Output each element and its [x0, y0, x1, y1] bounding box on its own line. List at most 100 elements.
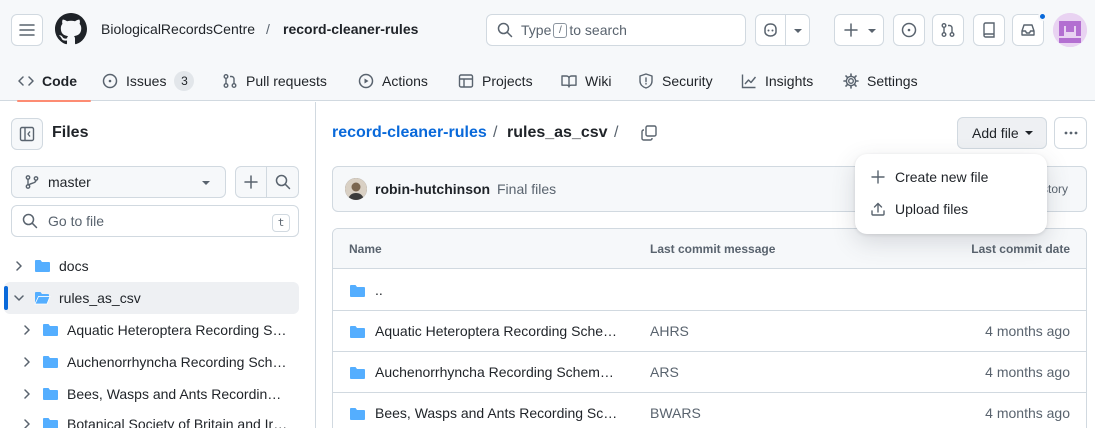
code-icon — [18, 73, 34, 89]
tree-item-label: docs — [59, 258, 89, 274]
path-separator: / — [614, 124, 619, 141]
tree-item[interactable]: Auchenorrhyncha Recording Sch… — [0, 346, 300, 378]
chevron-right-icon[interactable] — [22, 419, 32, 428]
more-options-button[interactable] — [1054, 117, 1087, 149]
file-name-link[interactable]: Bees, Wasps and Ants Recording Sc… — [375, 405, 620, 421]
chevron-down-icon[interactable] — [14, 293, 24, 303]
table-header: Name Last commit message Last commit dat… — [333, 229, 1086, 269]
column-header-message: Last commit message — [650, 242, 776, 256]
menu-button[interactable] — [11, 14, 43, 46]
upload-icon — [871, 202, 885, 216]
chevron-right-icon[interactable] — [22, 325, 32, 335]
add-file-label: Add file — [972, 125, 1019, 141]
go-to-file-input[interactable]: Go to file t — [11, 205, 299, 237]
add-file-button[interactable]: Add file — [957, 117, 1047, 149]
breadcrumb-separator: / — [266, 21, 270, 37]
global-search-input[interactable]: Type / to search — [486, 14, 746, 46]
tab-wiki[interactable]: Wiki — [561, 60, 611, 101]
repositories-button[interactable] — [973, 14, 1005, 46]
tab-actions[interactable]: Actions — [358, 60, 428, 101]
repo-nav-tabs: Code Issues 3 Pull requests Actions Proj… — [0, 60, 1095, 102]
table-row[interactable]: Aquatic Heteroptera Recording Sche… AHRS… — [333, 311, 1086, 352]
file-name-link[interactable]: Aquatic Heteroptera Recording Sche… — [375, 323, 620, 339]
copilot-button[interactable] — [755, 14, 810, 46]
chevron-down-icon[interactable] — [793, 28, 803, 34]
table-row[interactable]: Bees, Wasps and Ants Recording Sc… BWARS… — [333, 393, 1086, 428]
commit-message-link[interactable]: BWARS — [650, 405, 701, 421]
breadcrumb-repo[interactable]: record-cleaner-rules — [283, 20, 418, 38]
tab-projects[interactable]: Projects — [458, 60, 533, 101]
parent-directory-link[interactable]: .. — [375, 282, 620, 298]
commit-message-link[interactable]: ARS — [650, 364, 679, 380]
folder-icon — [349, 283, 366, 299]
issue-icon — [102, 73, 118, 89]
search-icon — [497, 22, 513, 38]
tab-label: Wiki — [585, 72, 612, 89]
file-tree-sidebar: Files master Go to file t docs rules_as_… — [0, 102, 316, 428]
menu-item-label: Create new file — [895, 169, 989, 185]
issue-icon — [901, 22, 917, 38]
tab-insights[interactable]: Insights — [741, 60, 813, 101]
app-header: BiologicalRecordsCentre / record-cleaner… — [0, 0, 1095, 102]
tree-item-rules-as-csv[interactable]: rules_as_csv — [4, 282, 299, 314]
plus-icon — [844, 23, 858, 37]
chevron-right-icon[interactable] — [22, 357, 32, 367]
copy-path-icon[interactable] — [640, 124, 658, 142]
commit-date: 4 months ago — [985, 364, 1070, 380]
your-pull-requests-button[interactable] — [932, 14, 964, 46]
pull-request-icon — [941, 23, 955, 37]
chevron-right-icon[interactable] — [22, 389, 32, 399]
tree-item-docs[interactable]: docs — [0, 250, 300, 282]
folder-icon — [42, 416, 59, 428]
branch-selector[interactable]: master — [11, 166, 226, 198]
unread-notification-dot — [1038, 12, 1047, 21]
folder-open-icon — [34, 290, 51, 306]
chevron-down-icon — [1024, 130, 1034, 136]
menu-item-label: Upload files — [895, 201, 969, 217]
tab-label: Insights — [765, 72, 814, 89]
tree-item[interactable]: Aquatic Heteroptera Recording S… — [0, 314, 300, 346]
inbox-icon — [1021, 24, 1035, 36]
parent-directory-row[interactable]: .. — [333, 270, 1086, 311]
chevron-right-icon[interactable] — [14, 261, 24, 271]
go-to-file-shortcut: t — [272, 214, 290, 232]
tab-code[interactable]: Code — [17, 60, 91, 102]
tab-settings[interactable]: Settings — [843, 60, 918, 101]
file-name-link[interactable]: Auchenorrhyncha Recording Schem… — [375, 364, 620, 380]
search-icon — [22, 213, 38, 229]
pull-request-icon — [222, 73, 238, 89]
table-row[interactable]: Auchenorrhyncha Recording Schem… ARS 4 m… — [333, 352, 1086, 393]
commit-message[interactable]: Final files — [497, 181, 556, 197]
tab-issues[interactable]: Issues 3 — [102, 60, 195, 101]
upload-files-menu-item[interactable]: Upload files — [863, 193, 1039, 225]
folder-icon — [349, 324, 366, 340]
create-new-file-menu-item[interactable]: Create new file — [863, 161, 1039, 193]
collapse-sidebar-button[interactable] — [11, 118, 43, 150]
hamburger-icon — [19, 24, 35, 36]
tab-security[interactable]: Security — [638, 60, 713, 101]
play-icon — [358, 73, 374, 89]
tab-label: Actions — [382, 72, 428, 89]
path-breadcrumb-repo[interactable]: record-cleaner-rules — [332, 123, 487, 143]
search-sidebar-button[interactable] — [266, 166, 299, 198]
tree-item-label: Aquatic Heteroptera Recording S… — [67, 322, 287, 338]
breadcrumb-owner[interactable]: BiologicalRecordsCentre — [101, 20, 255, 38]
your-issues-button[interactable] — [893, 14, 925, 46]
tab-pull-requests[interactable]: Pull requests — [222, 60, 327, 101]
add-file-sidebar-button[interactable] — [235, 166, 267, 198]
tree-item-label: Botanical Society of Britain and Ir… — [67, 416, 288, 428]
search-placeholder-suffix: to search — [569, 22, 627, 38]
commit-date: 4 months ago — [985, 405, 1070, 421]
user-avatar[interactable] — [1053, 13, 1087, 47]
github-logo-icon[interactable] — [55, 13, 87, 45]
shield-icon — [638, 72, 654, 89]
commit-message-link[interactable]: AHRS — [650, 323, 689, 339]
commit-author[interactable]: robin-hutchinson — [375, 181, 490, 197]
search-placeholder-prefix: Type — [521, 22, 552, 38]
tree-item[interactable]: Botanical Society of Britain and Ir… — [0, 408, 300, 428]
book-icon — [561, 73, 577, 89]
tree-item[interactable]: Bees, Wasps and Ants Recording… — [0, 378, 300, 410]
commit-author-avatar[interactable] — [345, 178, 367, 200]
create-new-button[interactable] — [834, 14, 884, 46]
folder-icon — [34, 258, 51, 274]
